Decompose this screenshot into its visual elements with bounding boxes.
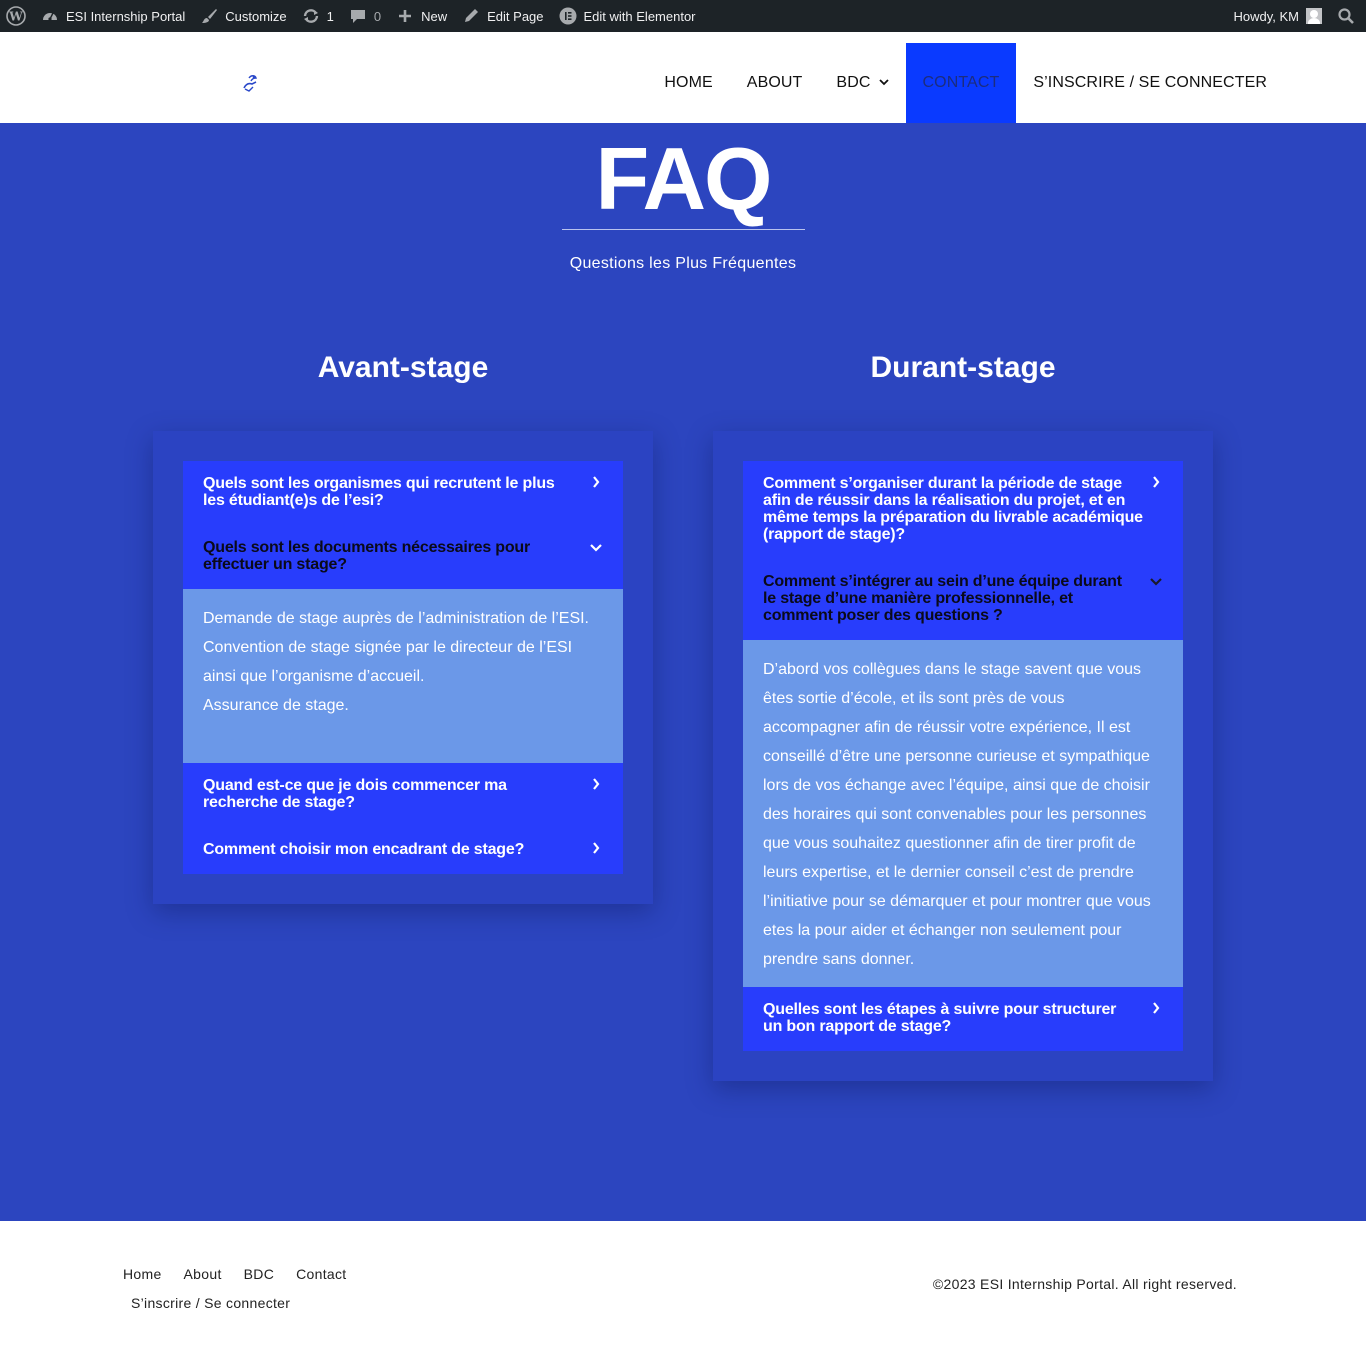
accordion-question[interactable]: Comment s’organiser durant la période de…: [743, 461, 1183, 543]
nav-signup-label: S’INSCRIRE / SE CONNECTER: [1033, 74, 1267, 91]
main-navigation: HOME ABOUT BDC CONTACT S’INSCRIRE / SE C…: [647, 43, 1284, 123]
nav-item-home[interactable]: HOME: [647, 43, 729, 123]
chevron-down-icon: [1149, 573, 1163, 591]
nav-item-contact[interactable]: CONTACT: [905, 43, 1017, 123]
answer-line: Assurance de stage.: [203, 697, 349, 714]
nav-about-label: ABOUT: [746, 74, 803, 91]
nav-item-signup-login[interactable]: S’INSCRIRE / SE CONNECTER: [1016, 43, 1284, 123]
chevron-right-icon: [589, 841, 603, 859]
answer-line: Convention de stage signée par le direct…: [203, 639, 573, 685]
durant-stage-accordion: Comment s’organiser durant la période de…: [743, 461, 1183, 1051]
chevron-right-icon: [589, 475, 603, 493]
comments-count: 0: [373, 8, 382, 24]
edit-page-label: Edit Page: [487, 8, 544, 24]
chevron-right-icon: [1149, 1001, 1163, 1019]
answer-text: D’abord vos collègues dans le stage save…: [763, 661, 1151, 968]
title-divider: [562, 229, 805, 230]
brush-icon: [199, 6, 219, 26]
faq-section: FAQ Questions les Plus Fréquentes Avant-…: [0, 123, 1366, 1221]
page-subtitle: Questions les Plus Fréquentes: [569, 255, 797, 272]
nav-home-label: HOME: [664, 74, 713, 91]
accordion-item[interactable]: Comment s’organiser durant la période de…: [743, 461, 1183, 559]
question-text: Quelles sont les étapes à suivre pour st…: [763, 1001, 1117, 1035]
site-name-label: ESI Internship Portal: [66, 8, 186, 24]
accordion-question[interactable]: Quelles sont les étapes à suivre pour st…: [743, 987, 1183, 1035]
dashboard-icon: [40, 6, 60, 26]
accordion-question[interactable]: Quels sont les organismes qui recrutent …: [183, 461, 623, 509]
footer-link-contact[interactable]: Contact: [285, 1266, 357, 1282]
nav-item-about[interactable]: ABOUT: [730, 43, 820, 123]
question-text: Quels sont les organismes qui recrutent …: [203, 475, 555, 509]
question-text: Quand est-ce que je dois commencer ma re…: [203, 777, 507, 811]
site-footer: Home About BDC Contact S’inscrire / Se c…: [0, 1221, 1366, 1349]
chevron-right-icon: [589, 777, 603, 795]
search-icon: [1336, 6, 1356, 26]
howdy-label: Howdy, KM: [1233, 8, 1300, 24]
question-text: Quels sont les documents nécessaires pou…: [203, 539, 531, 573]
accordion-item-open[interactable]: Comment s’intégrer au sein d’une équipe …: [743, 559, 1183, 640]
question-text: Comment choisir mon encadrant de stage?: [203, 841, 525, 858]
avant-stage-heading: Avant-stage: [317, 351, 489, 384]
site-header: HOME ABOUT BDC CONTACT S’INSCRIRE / SE C…: [0, 32, 1366, 123]
accordion-answer: D’abord vos collègues dans le stage save…: [743, 640, 1183, 987]
updates-link[interactable]: 1: [294, 0, 341, 32]
question-text: Comment s’intégrer au sein d’une équipe …: [763, 573, 1122, 624]
comment-icon: [348, 6, 368, 26]
accordion-item[interactable]: Quelles sont les étapes à suivre pour st…: [743, 987, 1183, 1051]
new-content-link[interactable]: New: [388, 0, 454, 32]
avant-stage-accordion: Quels sont les organismes qui recrutent …: [183, 461, 623, 874]
customize-link[interactable]: Customize: [192, 0, 293, 32]
pencil-icon: [461, 6, 481, 26]
chevron-down-icon: [878, 78, 889, 89]
accordion-question[interactable]: Quels sont les documents nécessaires pou…: [183, 525, 623, 573]
avatar: [1306, 8, 1322, 24]
admin-search-button[interactable]: [1329, 0, 1366, 32]
answer-line: Demande de stage auprès de l’administrat…: [203, 610, 589, 627]
accordion-item-open[interactable]: Quels sont les documents nécessaires pou…: [183, 525, 623, 589]
accordion-item[interactable]: Comment choisir mon encadrant de stage?: [183, 827, 623, 874]
customize-label: Customize: [225, 8, 287, 24]
plus-icon: [395, 6, 415, 26]
header-strip: [0, 32, 1366, 42]
elementor-icon: [558, 6, 578, 26]
page-title: FAQ: [595, 129, 773, 228]
accordion-question[interactable]: Comment choisir mon encadrant de stage?: [183, 827, 623, 859]
edit-page-link[interactable]: Edit Page: [454, 0, 550, 32]
accordion-item[interactable]: Quand est-ce que je dois commencer ma re…: [183, 763, 623, 827]
wordpress-icon: W: [6, 6, 26, 26]
footer-link-about[interactable]: About: [173, 1266, 233, 1282]
svg-text:W: W: [8, 10, 23, 24]
durant-stage-heading: Durant-stage: [870, 351, 1056, 384]
accordion-answer: Demande de stage auprès de l’administrat…: [183, 589, 623, 763]
copyright-text: ©2023 ESI Internship Portal. All right r…: [932, 1276, 1237, 1292]
nav-bdc-label: BDC: [836, 74, 871, 91]
wp-admin-bar: W ESI Internship Portal Customize 1 0 Ne…: [0, 0, 1366, 32]
durant-stage-panel: Comment s’organiser durant la période de…: [713, 431, 1213, 1081]
updates-icon: [301, 6, 321, 26]
nav-item-bdc[interactable]: BDC: [819, 43, 905, 123]
accordion-item[interactable]: Quels sont les organismes qui recrutent …: [183, 461, 623, 525]
chevron-down-icon: [589, 539, 603, 557]
accordion-question[interactable]: Comment s’intégrer au sein d’une équipe …: [743, 559, 1183, 624]
chevron-right-icon: [1149, 475, 1163, 493]
nav-contact-label: CONTACT: [922, 74, 1000, 91]
wordpress-logo-button[interactable]: W: [0, 0, 33, 32]
footer-link-signup-login[interactable]: S’inscrire / Se connecter: [120, 1295, 301, 1311]
footer-link-bdc[interactable]: BDC: [233, 1266, 285, 1282]
accordion-question[interactable]: Quand est-ce que je dois commencer ma re…: [183, 763, 623, 811]
site-logo[interactable]: [240, 72, 262, 94]
comments-link[interactable]: 0: [341, 0, 388, 32]
edit-elementor-link[interactable]: Edit with Elementor: [551, 0, 703, 32]
avant-stage-panel: Quels sont les organismes qui recrutent …: [153, 431, 653, 904]
updates-count: 1: [326, 8, 334, 24]
my-account-link[interactable]: Howdy, KM: [1227, 0, 1330, 32]
edit-elementor-label: Edit with Elementor: [583, 8, 696, 24]
question-text: Comment s’organiser durant la période de…: [763, 475, 1143, 543]
footer-link-home[interactable]: Home: [112, 1266, 173, 1282]
footer-menu: Home About BDC Contact S’inscrire / Se c…: [112, 1259, 372, 1317]
site-name-link[interactable]: ESI Internship Portal: [33, 0, 192, 32]
new-label: New: [421, 8, 448, 24]
